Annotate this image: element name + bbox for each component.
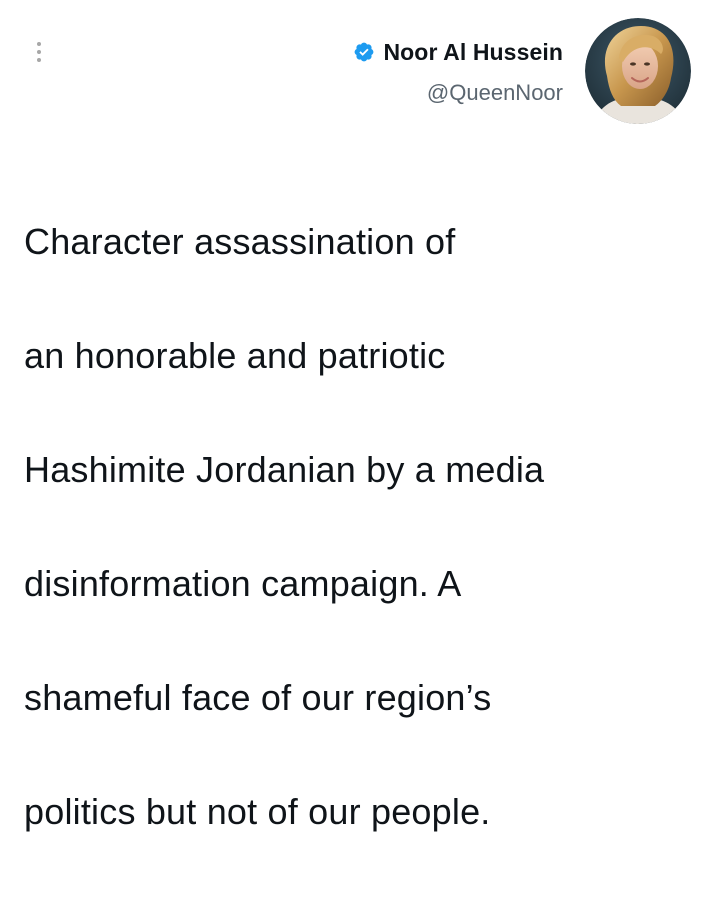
tweet-author-header: Noor Al Hussein @QueenNoor bbox=[353, 18, 691, 124]
author-handle[interactable]: @QueenNoor bbox=[427, 79, 563, 107]
author-display-name[interactable]: Noor Al Hussein bbox=[383, 37, 563, 67]
author-name-block[interactable]: Noor Al Hussein @QueenNoor bbox=[353, 37, 563, 107]
tweet-text-line: Hashimite Jordanian by a media bbox=[24, 449, 545, 490]
author-name-row: Noor Al Hussein bbox=[353, 37, 563, 67]
tweet-text-line: politics but not of our people. bbox=[24, 791, 491, 832]
more-options-button[interactable] bbox=[26, 36, 52, 68]
tweet-text-line: Character assassination of bbox=[24, 221, 456, 262]
more-dot bbox=[37, 50, 41, 54]
tweet-text-line: an honorable and patriotic bbox=[24, 335, 446, 376]
profile-photo-avatar[interactable] bbox=[585, 18, 691, 124]
verified-badge-icon bbox=[355, 42, 374, 62]
tweet-text-line: shameful face of our region’s bbox=[24, 677, 492, 718]
tweet-text-line: disinformation campaign. A bbox=[24, 563, 462, 604]
tweet-text: Character assassination of an honorable … bbox=[24, 156, 684, 897]
more-dot bbox=[37, 58, 41, 62]
more-dot bbox=[37, 42, 41, 46]
